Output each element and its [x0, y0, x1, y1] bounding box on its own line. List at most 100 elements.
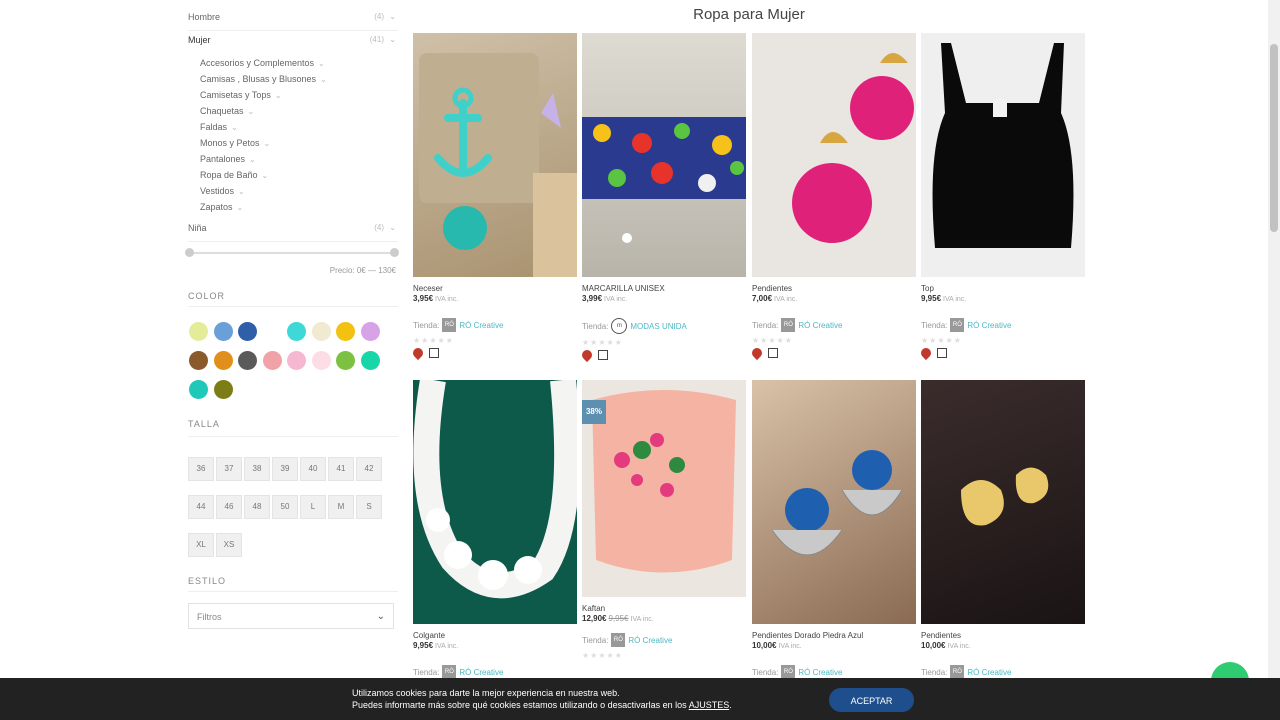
subcategory-item[interactable]: Accesorios y Complementos ⌄: [200, 55, 398, 71]
product-image[interactable]: [921, 33, 1085, 277]
chevron-down-icon[interactable]: ⌄: [238, 187, 245, 196]
color-swatch[interactable]: [189, 322, 208, 341]
size-option[interactable]: 50: [272, 495, 298, 519]
subcategory-item[interactable]: Ropa de Baño ⌄: [200, 167, 398, 183]
chevron-down-icon[interactable]: ⌄: [248, 107, 255, 116]
style-filter-select[interactable]: Filtros ⌄: [188, 603, 394, 629]
size-option[interactable]: 40: [300, 457, 326, 481]
chevron-down-icon[interactable]: ⌄: [264, 139, 271, 148]
size-option[interactable]: 46: [216, 495, 242, 519]
category-hombre[interactable]: Hombre (4) ⌄: [188, 8, 398, 31]
product-name[interactable]: Neceser: [413, 284, 577, 293]
chevron-down-icon[interactable]: ⌄: [389, 8, 396, 26]
accept-cookies-button[interactable]: ACEPTAR: [829, 688, 914, 712]
chevron-down-icon[interactable]: ⌄: [318, 59, 325, 68]
size-option[interactable]: 37: [216, 457, 242, 481]
subcategory-item[interactable]: Monos y Petos ⌄: [200, 135, 398, 151]
product-image[interactable]: [413, 33, 577, 277]
store-info[interactable]: Tienda: RÓ RÓ Creative: [413, 665, 577, 679]
store-info[interactable]: Tienda: RÓ RÓ Creative: [921, 665, 1085, 679]
product-image[interactable]: [413, 380, 577, 624]
chevron-down-icon[interactable]: ⌄: [237, 203, 244, 212]
size-option[interactable]: 39: [272, 457, 298, 481]
subcategory-item[interactable]: Faldas ⌄: [200, 119, 398, 135]
product-card[interactable]: Neceser 3,95€ IVA inc. Tienda: RÓ RÓ Creati…: [410, 33, 577, 361]
product-card[interactable]: 38% Kaftan 12,90€ 9,95€ IVA inc. Tienda: RÓ…: [582, 380, 746, 660]
color-swatch[interactable]: [238, 351, 257, 370]
price-slider-max-handle[interactable]: [390, 248, 399, 257]
chevron-down-icon[interactable]: ⌄: [389, 219, 396, 237]
chevron-down-icon[interactable]: ⌄: [231, 123, 238, 132]
category-mujer[interactable]: Mujer (41) ⌄: [188, 31, 398, 53]
store-info[interactable]: Tienda: RÓ RÓ Creative: [413, 318, 577, 332]
chevron-down-icon[interactable]: ⌄: [262, 171, 269, 180]
product-name[interactable]: Kaftan: [582, 604, 746, 613]
product-card[interactable]: Pendientes 10,00€ IVA inc. Tienda: RÓ RÓ Cr…: [921, 380, 1085, 679]
price-slider-min-handle[interactable]: [185, 248, 194, 257]
store-info[interactable]: Tienda: RÓ RÓ Creative: [752, 318, 916, 332]
cookie-settings-link[interactable]: AJUSTES: [689, 700, 730, 710]
product-card[interactable]: Colgante 9,95€ IVA inc. Tienda: RÓ RÓ Creat…: [413, 380, 577, 679]
category-nina[interactable]: Niña (4) ⌄: [188, 219, 398, 242]
chevron-down-icon[interactable]: ⌄: [275, 91, 282, 100]
size-option[interactable]: 41: [328, 457, 354, 481]
chevron-down-icon[interactable]: ⌄: [249, 155, 256, 164]
chevron-down-icon[interactable]: ⌄: [389, 31, 396, 49]
color-swatch[interactable]: [336, 322, 355, 341]
product-name[interactable]: Pendientes Dorado Piedra Azul: [752, 631, 916, 640]
color-swatch[interactable]: [189, 351, 208, 370]
product-name[interactable]: Top: [921, 284, 1085, 293]
color-swatch[interactable]: [336, 351, 355, 370]
product-card[interactable]: MARCARILLA UNISEX 3,99€ IVA inc. Tienda: m…: [579, 33, 746, 363]
subcategory-item[interactable]: Vestidos ⌄: [200, 183, 398, 199]
color-swatch[interactable]: [287, 351, 306, 370]
size-option[interactable]: 42: [356, 457, 382, 481]
store-info[interactable]: Tienda: m MODAS UNIDA: [582, 318, 746, 334]
color-swatch[interactable]: [214, 322, 233, 341]
store-info[interactable]: Tienda: RÓ RÓ Creative: [582, 633, 746, 647]
scrollbar[interactable]: [1268, 0, 1280, 720]
size-option[interactable]: 36: [188, 457, 214, 481]
size-option[interactable]: XL: [188, 533, 214, 557]
size-option[interactable]: 44: [188, 495, 214, 519]
color-swatch[interactable]: [312, 351, 331, 370]
product-image[interactable]: [752, 380, 916, 624]
size-option[interactable]: S: [356, 495, 382, 519]
scrollbar-thumb[interactable]: [1270, 44, 1278, 232]
product-image[interactable]: [752, 33, 916, 277]
location-pin-icon: [749, 345, 765, 361]
color-swatch[interactable]: [312, 322, 331, 341]
store-info[interactable]: Tienda: RÓ RÓ Creative: [752, 665, 916, 679]
color-swatch[interactable]: [189, 380, 208, 399]
product-name[interactable]: MARCARILLA UNISEX: [582, 284, 746, 293]
color-swatch[interactable]: [263, 351, 282, 370]
color-swatch[interactable]: [361, 322, 380, 341]
subcategory-item[interactable]: Camisas , Blusas y Blusones ⌄: [200, 71, 398, 87]
color-swatch[interactable]: [214, 380, 233, 399]
subcategory-item[interactable]: Zapatos ⌄: [200, 199, 398, 215]
chevron-down-icon[interactable]: ⌄: [320, 75, 327, 84]
price-slider-track[interactable]: [188, 252, 398, 254]
product-name[interactable]: Pendientes: [921, 631, 1085, 640]
product-card[interactable]: Pendientes Dorado Piedra Azul 10,00€ IVA …: [752, 380, 916, 679]
size-option[interactable]: 38: [244, 457, 270, 481]
store-info[interactable]: Tienda: RÓ RÓ Creative: [921, 318, 1085, 332]
subcategory-item[interactable]: Pantalones ⌄: [200, 151, 398, 167]
subcategory-item[interactable]: Chaquetas ⌄: [200, 103, 398, 119]
product-name[interactable]: Pendientes: [752, 284, 916, 293]
size-option[interactable]: M: [328, 495, 354, 519]
size-option[interactable]: 48: [244, 495, 270, 519]
product-card[interactable]: Top 9,95€ IVA inc. Tienda: RÓ RÓ Creative ★…: [918, 33, 1085, 361]
color-swatch[interactable]: [361, 351, 380, 370]
product-image[interactable]: 38%: [582, 380, 746, 597]
size-option[interactable]: XS: [216, 533, 242, 557]
subcategory-item[interactable]: Camisetas y Tops ⌄: [200, 87, 398, 103]
color-swatch[interactable]: [238, 322, 257, 341]
product-card[interactable]: Pendientes 7,00€ IVA inc. Tienda: RÓ RÓ Cre…: [749, 33, 916, 361]
color-swatch[interactable]: [214, 351, 233, 370]
product-image[interactable]: [582, 33, 746, 277]
product-name[interactable]: Colgante: [413, 631, 577, 640]
color-swatch[interactable]: [287, 322, 306, 341]
size-option[interactable]: L: [300, 495, 326, 519]
product-image[interactable]: [921, 380, 1085, 624]
